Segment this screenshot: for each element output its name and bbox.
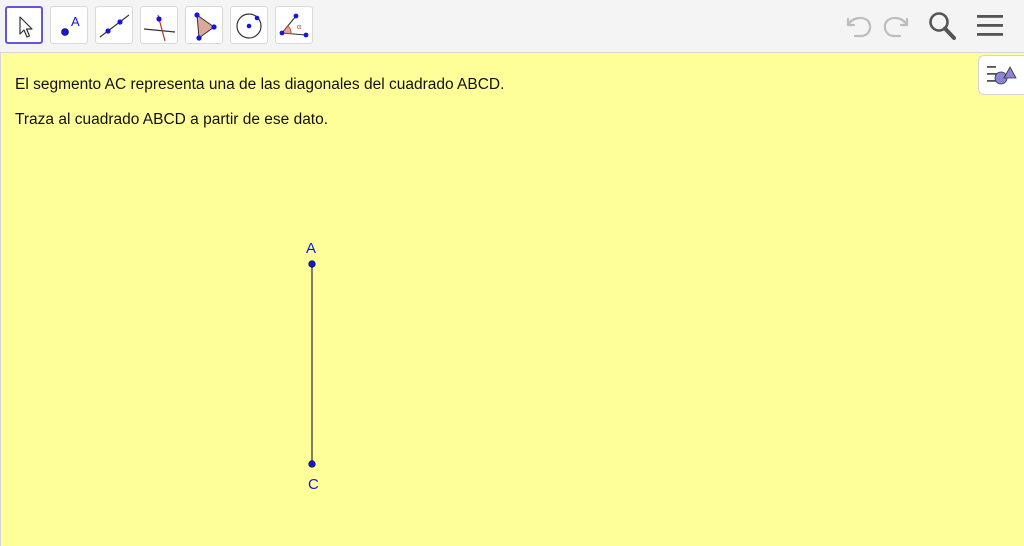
arrow-pointer-icon bbox=[19, 16, 33, 38]
circle-with-center-icon bbox=[236, 13, 262, 39]
perpendicular-line-tool-button[interactable] bbox=[140, 6, 178, 44]
line-icon bbox=[99, 14, 130, 38]
toolbar: A α bbox=[0, 0, 1024, 53]
point-tool-letter: A bbox=[71, 14, 80, 29]
menu-button[interactable] bbox=[974, 10, 1006, 42]
polygon-tool-button[interactable] bbox=[185, 6, 223, 44]
construction-canvas: A C bbox=[306, 240, 319, 493]
point-tool-button[interactable]: A bbox=[50, 6, 88, 44]
point-a[interactable] bbox=[308, 260, 316, 268]
angle-icon: α bbox=[279, 13, 309, 38]
redo-button[interactable] bbox=[880, 10, 912, 42]
point-c-label: C bbox=[308, 476, 319, 493]
point-icon: A bbox=[61, 14, 80, 36]
circle-tool-button[interactable] bbox=[230, 6, 268, 44]
undo-icon bbox=[846, 16, 872, 38]
angle-glyph: α bbox=[297, 24, 301, 31]
graphics-view[interactable]: El segmento AC representa una de las dia… bbox=[0, 53, 1024, 546]
polygon-icon bbox=[194, 12, 217, 41]
angle-tool-button[interactable]: α bbox=[275, 6, 313, 44]
point-a-label: A bbox=[306, 240, 316, 257]
algebra-view-toggle-icon bbox=[987, 66, 1017, 85]
perpendicular-line-icon bbox=[143, 14, 176, 42]
redo-icon bbox=[883, 16, 909, 38]
undo-button[interactable] bbox=[843, 10, 875, 42]
point-c[interactable] bbox=[308, 460, 316, 468]
line-tool-button[interactable] bbox=[95, 6, 133, 44]
search-icon bbox=[929, 12, 956, 40]
menu-icon bbox=[977, 15, 1003, 36]
move-tool-button[interactable] bbox=[5, 6, 43, 44]
search-button[interactable] bbox=[926, 10, 958, 42]
algebra-view-toggle[interactable] bbox=[978, 55, 1024, 95]
